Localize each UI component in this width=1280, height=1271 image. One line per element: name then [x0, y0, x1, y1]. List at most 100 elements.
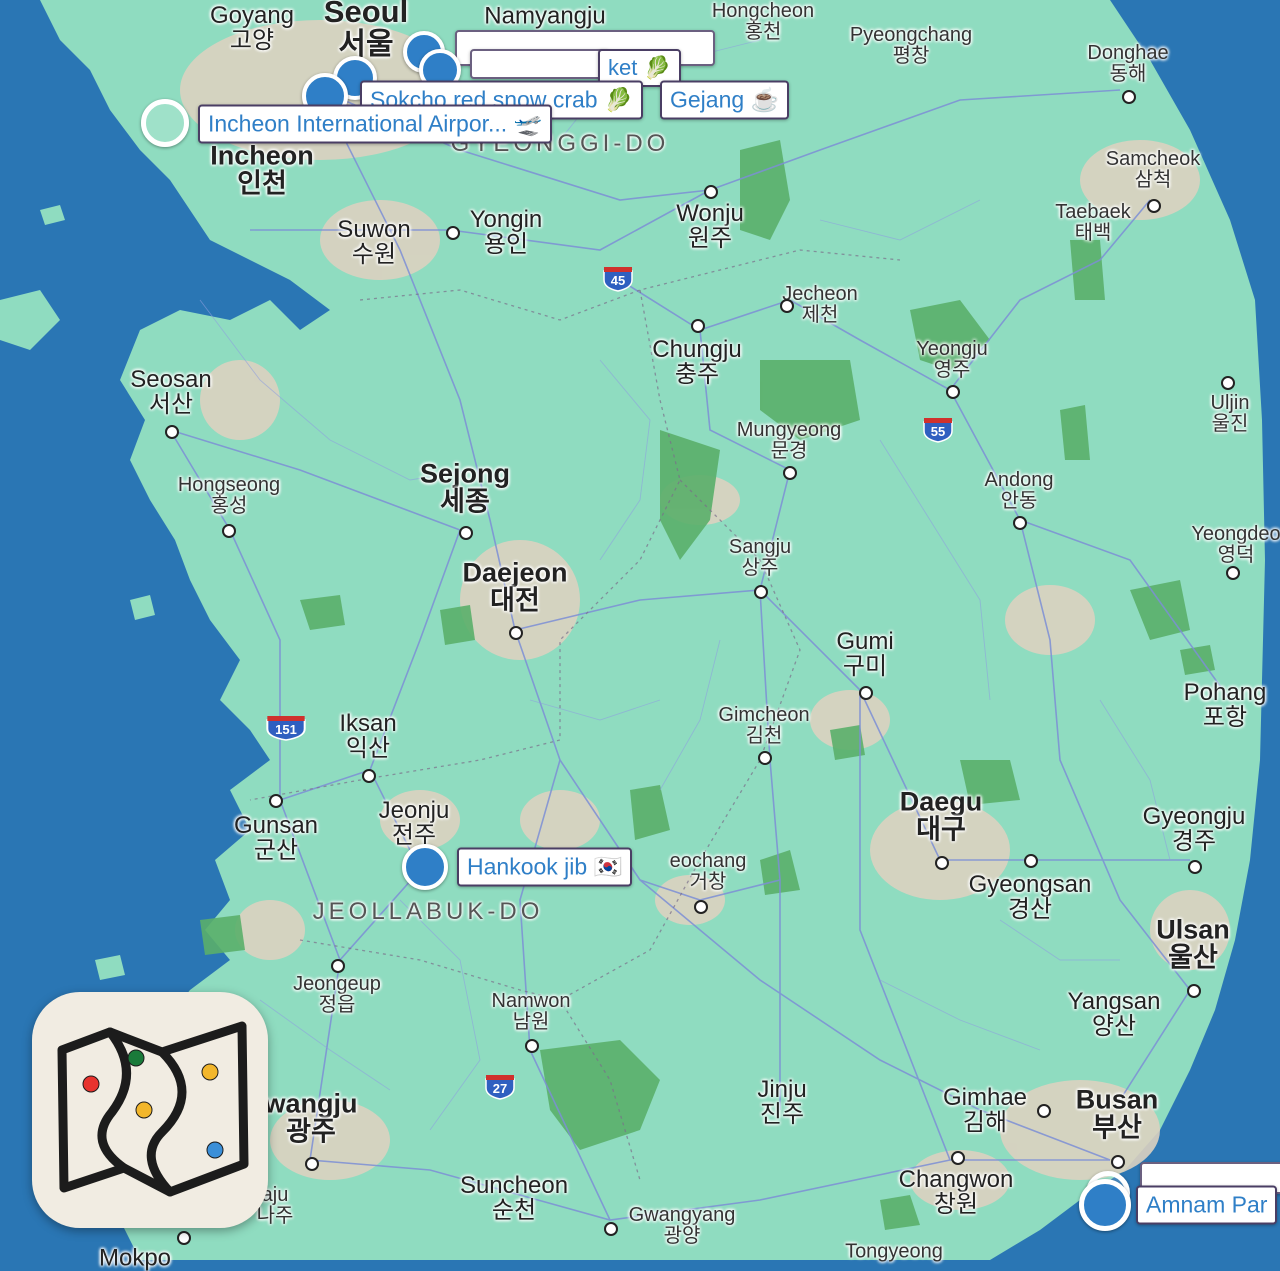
city-name-en: Sangju — [728, 536, 792, 558]
city-dot — [509, 626, 523, 640]
red-pin-dot — [82, 1075, 100, 1093]
city-name-ko: 진주 — [759, 1101, 805, 1128]
city-label-hongseong: Hongseong 홍성 — [178, 475, 280, 517]
city-name-en: Mokpo — [98, 1244, 172, 1271]
city-label-gyeongju: Gyeongju 경주 — [1142, 802, 1246, 855]
coffee-icon: ☕ — [750, 86, 780, 113]
marker-label-incheon-airport[interactable]: Incheon International Airpor... 🛫 — [198, 104, 553, 144]
city-name-ko: 대전 — [490, 586, 540, 616]
city-label-yeongju: Yeongju 영주 — [916, 339, 988, 381]
city-label-chungju: Chungju 충주 — [652, 337, 741, 388]
city-name-en: Gyeongju — [1142, 802, 1246, 830]
city-name-en: Seosan — [130, 365, 212, 393]
city-name-en: Gumi — [836, 627, 894, 655]
city-name-ko: 충주 — [674, 361, 720, 388]
city-label-suwon: Suwon 수원 — [337, 215, 411, 268]
city-dot — [859, 686, 873, 700]
folded-map-icon — [57, 1021, 249, 1197]
city-name-en: Seoul — [323, 0, 409, 29]
city-name-ko: 경주 — [1171, 828, 1217, 855]
city-dot — [1122, 90, 1136, 104]
city-label-gunsan: Gunsan 군산 — [233, 811, 319, 864]
region-label-jeollabuk: JEOLLABUK-DO — [312, 898, 544, 925]
city-name-ko: 광양 — [663, 1225, 701, 1247]
city-name-ko: 원주 — [687, 225, 733, 252]
city-dot — [694, 900, 708, 914]
city-name-ko: 남원 — [512, 1011, 550, 1033]
city-name-ko: 광주 — [286, 1117, 336, 1147]
city-name-en: Suwon — [337, 215, 411, 243]
city-dot — [1037, 1104, 1051, 1118]
city-label-donghae: Donghae 동해 — [1087, 43, 1168, 85]
marker-label-hankook-jib[interactable]: Hankook jib 🇰🇷 — [457, 847, 633, 887]
city-dot — [780, 299, 794, 313]
city-name-en: Sejong — [419, 458, 511, 489]
city-name-en: Gimhae — [942, 1083, 1028, 1111]
city-name-ko: 김천 — [745, 725, 783, 747]
city-label-gumi: Gumi 구미 — [836, 627, 894, 680]
city-name-ko: 경산 — [1007, 896, 1053, 923]
city-label-yangsan: Yangsan 양산 — [1068, 989, 1161, 1040]
map-pin-hankook-jib[interactable] — [402, 844, 448, 890]
city-name-en: Hongseong — [177, 474, 281, 496]
city-name-ko: 울진 — [1211, 413, 1249, 435]
map-pin-amnam-park[interactable] — [1079, 1179, 1131, 1231]
city-dot — [754, 585, 768, 599]
city-name-ko: 대구 — [916, 815, 966, 845]
city-dot — [1188, 860, 1202, 874]
city-name-en: Wonju — [676, 199, 744, 227]
city-label-incheon: Incheon 인천 — [210, 141, 314, 199]
city-dot — [177, 1231, 191, 1245]
city-name-ko: 인천 — [237, 169, 287, 199]
city-name-en: Andong — [984, 469, 1054, 491]
map-app-icon[interactable] — [32, 992, 268, 1228]
city-name-en: eochang — [669, 850, 747, 872]
city-label-seosan: Seosan 서산 — [130, 365, 212, 418]
city-name-ko: 거창 — [689, 871, 727, 893]
city-label-goyang: Goyang 고양 — [210, 3, 294, 54]
city-label-yeongdeok: Yeongdeo 영덕 — [1191, 524, 1280, 566]
city-name-en: Changwon — [898, 1165, 1014, 1193]
city-name-en: Daejeon — [462, 557, 568, 588]
city-dot — [1187, 984, 1201, 998]
city-label-jinju: Jinju 진주 — [757, 1077, 806, 1128]
city-label-sejong: Sejong 세종 — [419, 458, 511, 517]
city-name-ko: 평창 — [892, 45, 930, 67]
city-dot — [1147, 199, 1161, 213]
marker-label-gejang[interactable]: Gejang ☕ — [660, 80, 790, 120]
city-name-en: Daegu — [899, 786, 983, 817]
highway-shield-151: 151 — [266, 715, 306, 741]
city-name-en: Mungyeong — [736, 419, 842, 441]
city-dot — [269, 794, 283, 808]
city-label-iksan: Iksan 익산 — [339, 711, 396, 762]
city-label-gimcheon: Gimcheon 김천 — [718, 705, 809, 747]
city-name-en: Yeongju — [916, 338, 988, 360]
map-pin-incheon-airport[interactable] — [141, 99, 189, 147]
marker-label-stack-b[interactable] — [470, 49, 610, 79]
city-name-ko: 포항 — [1202, 704, 1248, 731]
yellow-pin-dot — [135, 1101, 153, 1119]
city-name-ko: 영주 — [933, 359, 971, 381]
city-name-ko: 울산 — [1168, 943, 1218, 973]
city-dot — [1226, 566, 1240, 580]
city-dot — [691, 319, 705, 333]
city-dot — [951, 1151, 965, 1165]
city-label-gyeongsan: Gyeongsan 경산 — [969, 872, 1092, 923]
city-label-gwangju: wangju 광주 — [265, 1089, 358, 1147]
city-name-en: Suncheon — [459, 1171, 569, 1199]
city-name-ko: 세종 — [440, 487, 490, 517]
city-label-mungyeong: Mungyeong 문경 — [737, 420, 842, 462]
city-label-taebaek: Taebaek 태백 — [1055, 202, 1131, 244]
city-dot — [331, 959, 345, 973]
city-name-ko: 정읍 — [318, 994, 356, 1016]
city-name-en: Donghae — [1087, 42, 1169, 64]
city-name-ko: 문경 — [770, 440, 808, 462]
city-label-yongin: Yongin 용인 — [470, 207, 543, 258]
city-label-namyangju: Namyangju — [484, 3, 605, 28]
city-name-ko: 홍천 — [744, 21, 782, 43]
city-label-daejeon: Daejeon 대전 — [462, 557, 568, 616]
marker-label-amnam-park[interactable]: Amnam Par — [1136, 1185, 1278, 1225]
city-label-gimhae: Gimhae 김해 — [942, 1083, 1028, 1136]
city-name-en: Gunsan — [233, 811, 319, 839]
city-label-changwon: Changwon 창원 — [898, 1165, 1014, 1218]
